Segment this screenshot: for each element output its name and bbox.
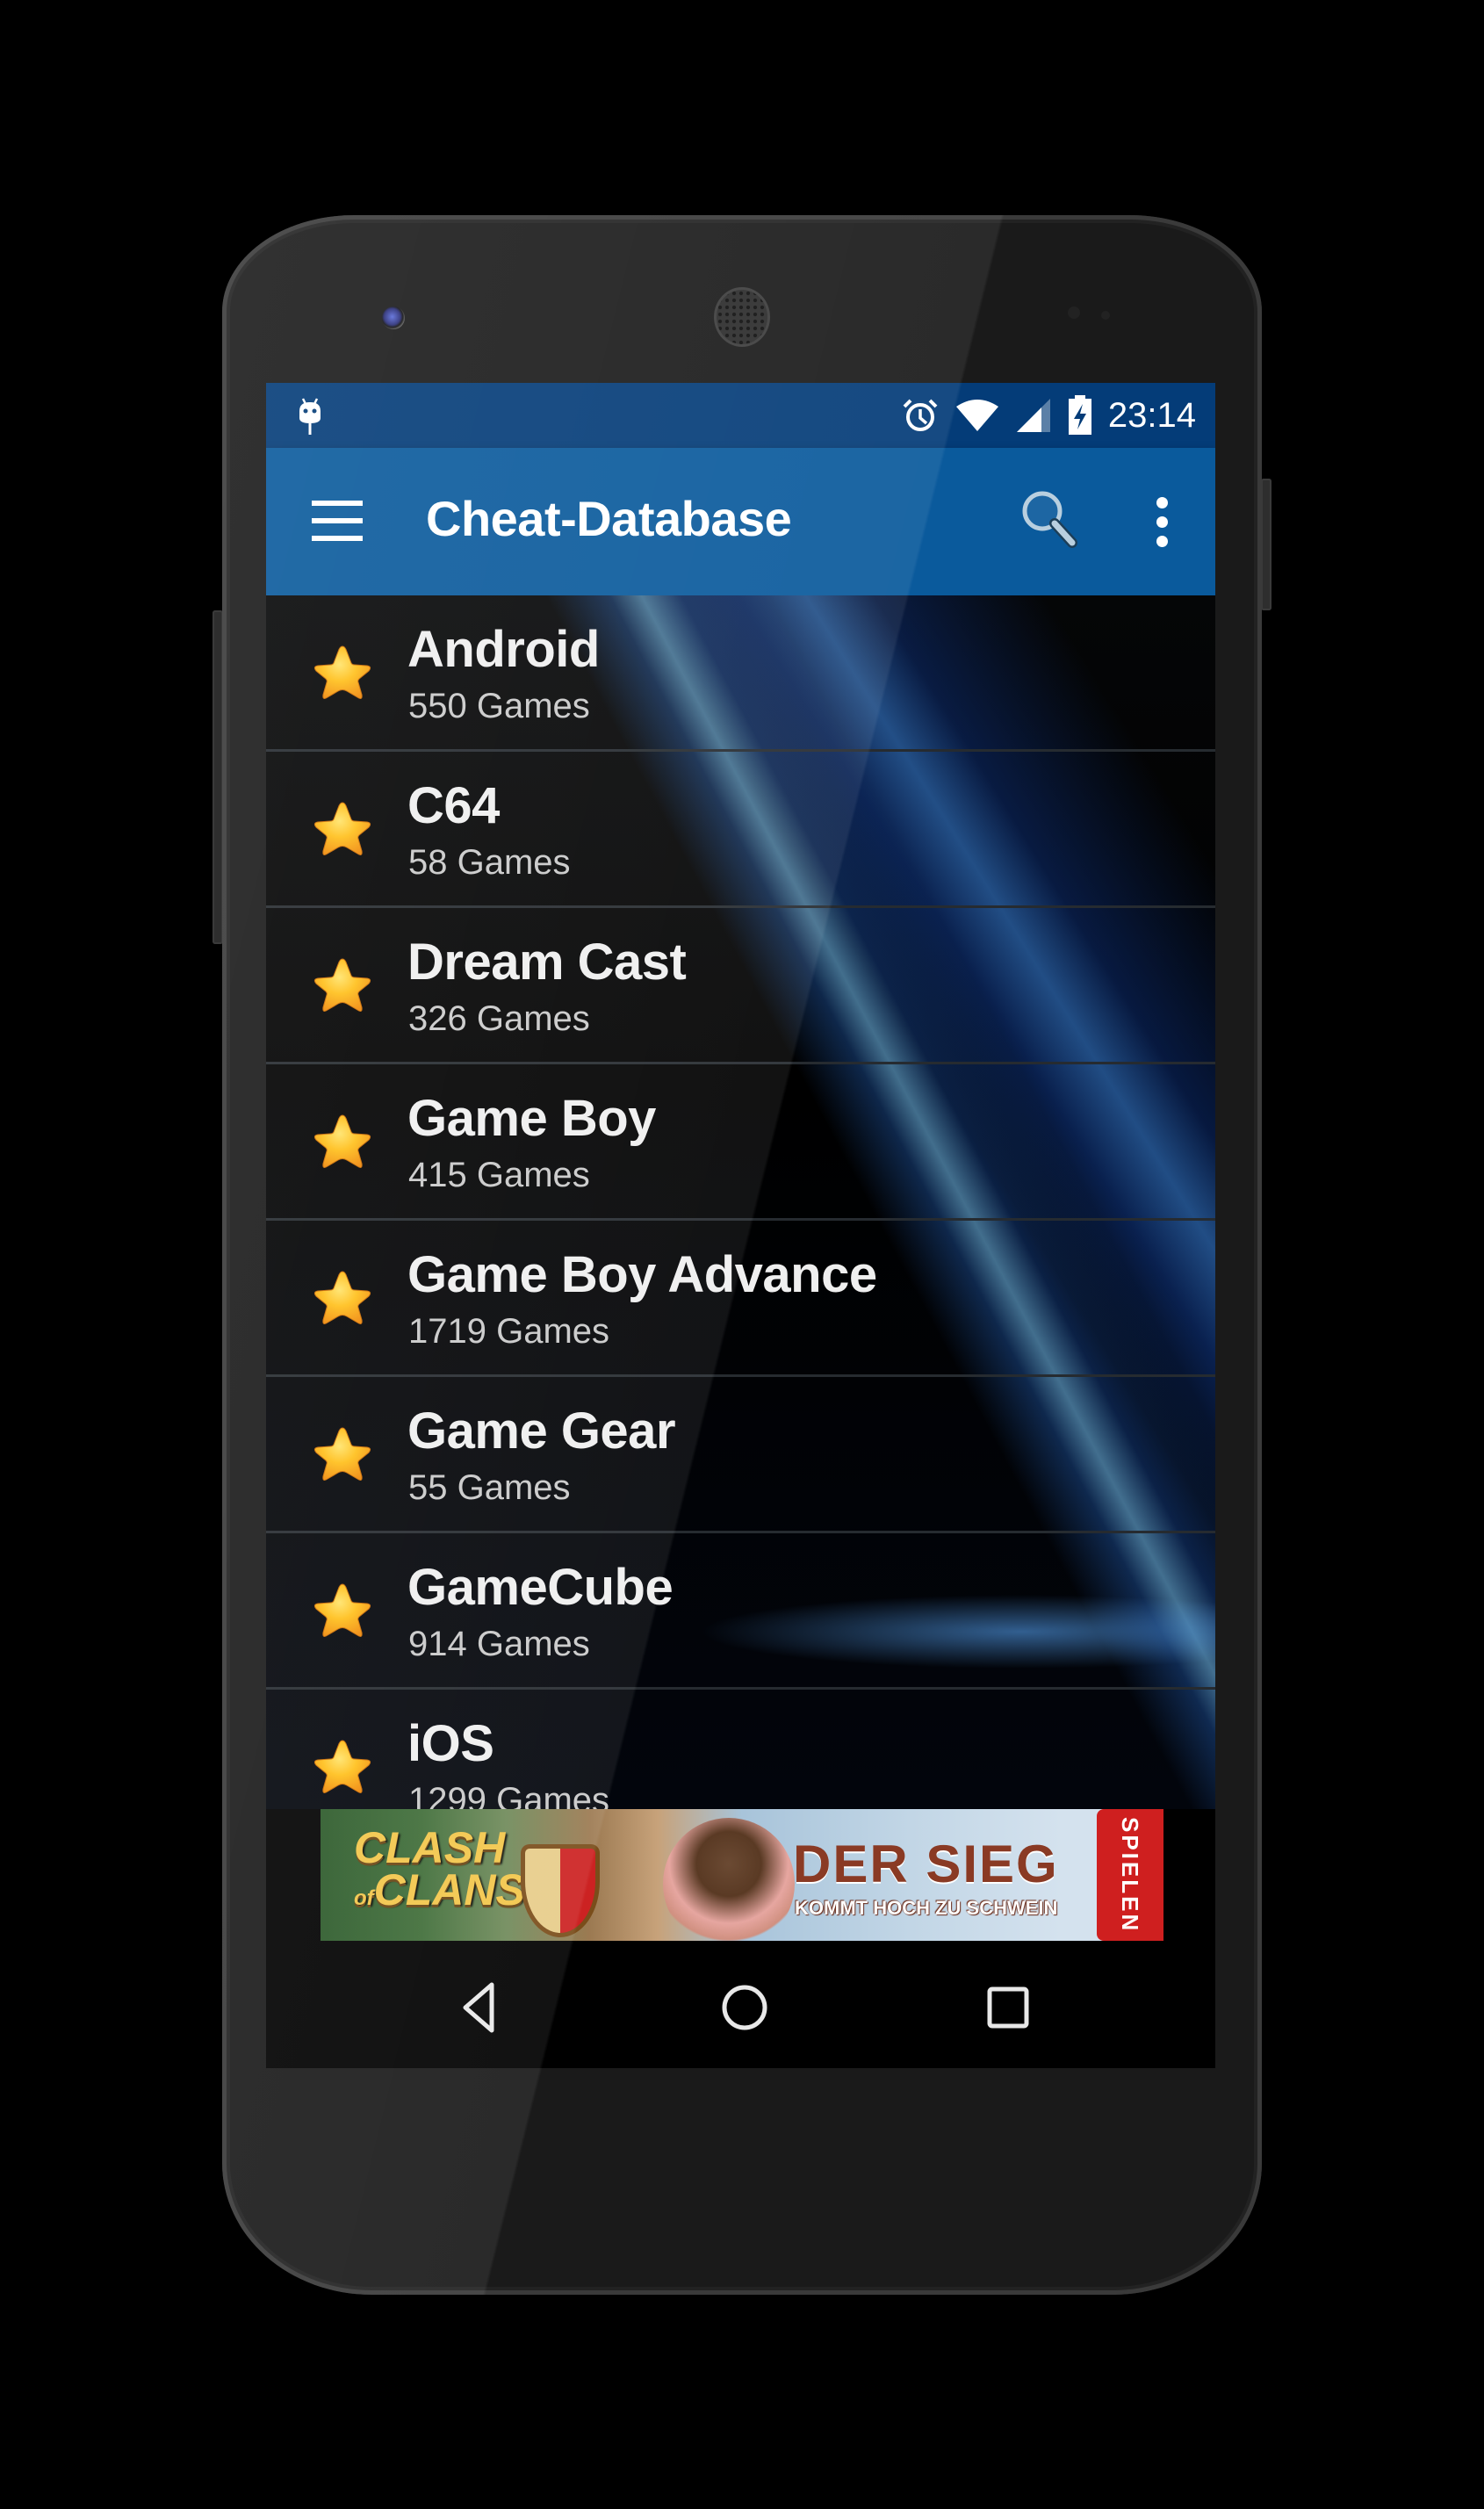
status-time: 23:14 bbox=[1107, 395, 1196, 435]
platform-list[interactable]: Android 550 Games C64 58 Games Dream Cas… bbox=[266, 595, 1215, 1809]
hamburger-menu-icon[interactable] bbox=[312, 499, 364, 543]
ad-headline: DER SIEG bbox=[793, 1835, 1059, 1893]
platform-name: Game Boy Advance bbox=[407, 1246, 877, 1303]
list-item-android[interactable]: Android 550 Games bbox=[266, 595, 1215, 752]
star-icon[interactable] bbox=[312, 799, 373, 861]
game-count: 415 Games bbox=[408, 1156, 590, 1194]
game-count: 914 Games bbox=[408, 1625, 590, 1663]
app-toolbar: Cheat-Database bbox=[266, 448, 1215, 595]
game-count: 55 Games bbox=[408, 1468, 571, 1507]
game-count: 326 Games bbox=[408, 999, 590, 1038]
ad-subline: KOMMT HOCH ZU SCHWEIN bbox=[795, 1897, 1058, 1919]
platform-name: Dream Cast bbox=[407, 934, 687, 991]
light-sensor bbox=[1101, 311, 1110, 320]
proximity-sensor bbox=[1068, 306, 1080, 319]
ad-character-image bbox=[663, 1818, 795, 1941]
navigation-bar bbox=[266, 1941, 1215, 2068]
list-item-dream-cast[interactable]: Dream Cast 326 Games bbox=[266, 908, 1215, 1064]
game-count: 58 Games bbox=[408, 843, 571, 882]
platform-name: Game Boy bbox=[407, 1090, 656, 1147]
ad-logo-line2: CLANS bbox=[373, 1865, 525, 1914]
status-icons: 23:14 bbox=[901, 383, 1196, 448]
android-debug-icon bbox=[299, 398, 321, 435]
ad-play-button[interactable]: SPIELEN bbox=[1097, 1809, 1163, 1941]
platform-name: iOS bbox=[407, 1715, 494, 1772]
ad-logo-line1: CLASH bbox=[354, 1823, 506, 1872]
game-count: 550 Games bbox=[408, 687, 590, 725]
phone-screen: 23:14 Cheat-Database Android 550 Games C… bbox=[266, 383, 1215, 2068]
app-title: Cheat-Database bbox=[426, 491, 792, 546]
star-icon[interactable] bbox=[312, 955, 373, 1017]
list-item-game-boy[interactable]: Game Boy 415 Games bbox=[266, 1064, 1215, 1221]
star-icon[interactable] bbox=[312, 1268, 373, 1330]
shield-icon bbox=[521, 1844, 600, 1937]
list-item-c64[interactable]: C64 58 Games bbox=[266, 752, 1215, 908]
ad-logo-of: of bbox=[354, 1886, 374, 1910]
more-vert-icon[interactable] bbox=[1144, 492, 1179, 553]
ad-banner[interactable]: CLASH ofCLANS DER SIEG KOMMT HOCH ZU SCH… bbox=[321, 1809, 1163, 1941]
alarm-icon bbox=[903, 399, 938, 431]
star-icon[interactable] bbox=[312, 643, 373, 704]
platform-name: GameCube bbox=[407, 1559, 674, 1616]
list-item-game-gear[interactable]: Game Gear 55 Games bbox=[266, 1377, 1215, 1533]
star-icon[interactable] bbox=[312, 1581, 373, 1642]
platform-name: C64 bbox=[407, 777, 500, 834]
game-count: 1719 Games bbox=[408, 1312, 610, 1351]
search-icon[interactable] bbox=[1014, 483, 1084, 553]
status-bar: 23:14 bbox=[266, 383, 1215, 448]
star-icon[interactable] bbox=[312, 1737, 373, 1799]
platform-name: Game Gear bbox=[407, 1402, 676, 1460]
battery-charging-icon bbox=[1068, 395, 1091, 435]
list-item-game-boy-advance[interactable]: Game Boy Advance 1719 Games bbox=[266, 1221, 1215, 1377]
list-item-gamecube[interactable]: GameCube 914 Games bbox=[266, 1533, 1215, 1690]
cell-signal-icon bbox=[1016, 399, 1050, 432]
list-item-ios[interactable]: iOS 1299 Games bbox=[266, 1690, 1215, 1809]
star-icon[interactable] bbox=[312, 1424, 373, 1486]
wifi-icon bbox=[955, 400, 998, 431]
ad-logo: CLASH ofCLANS bbox=[354, 1823, 525, 1920]
front-camera bbox=[382, 306, 405, 329]
star-icon[interactable] bbox=[312, 1112, 373, 1173]
game-count: 1299 Games bbox=[408, 1781, 610, 1809]
recents-icon[interactable] bbox=[973, 1972, 1043, 2043]
power-button bbox=[1261, 479, 1271, 610]
platform-name: Android bbox=[407, 621, 600, 678]
home-icon[interactable] bbox=[710, 1972, 780, 2043]
earpiece-speaker bbox=[717, 290, 767, 344]
back-icon[interactable] bbox=[446, 1972, 516, 2043]
